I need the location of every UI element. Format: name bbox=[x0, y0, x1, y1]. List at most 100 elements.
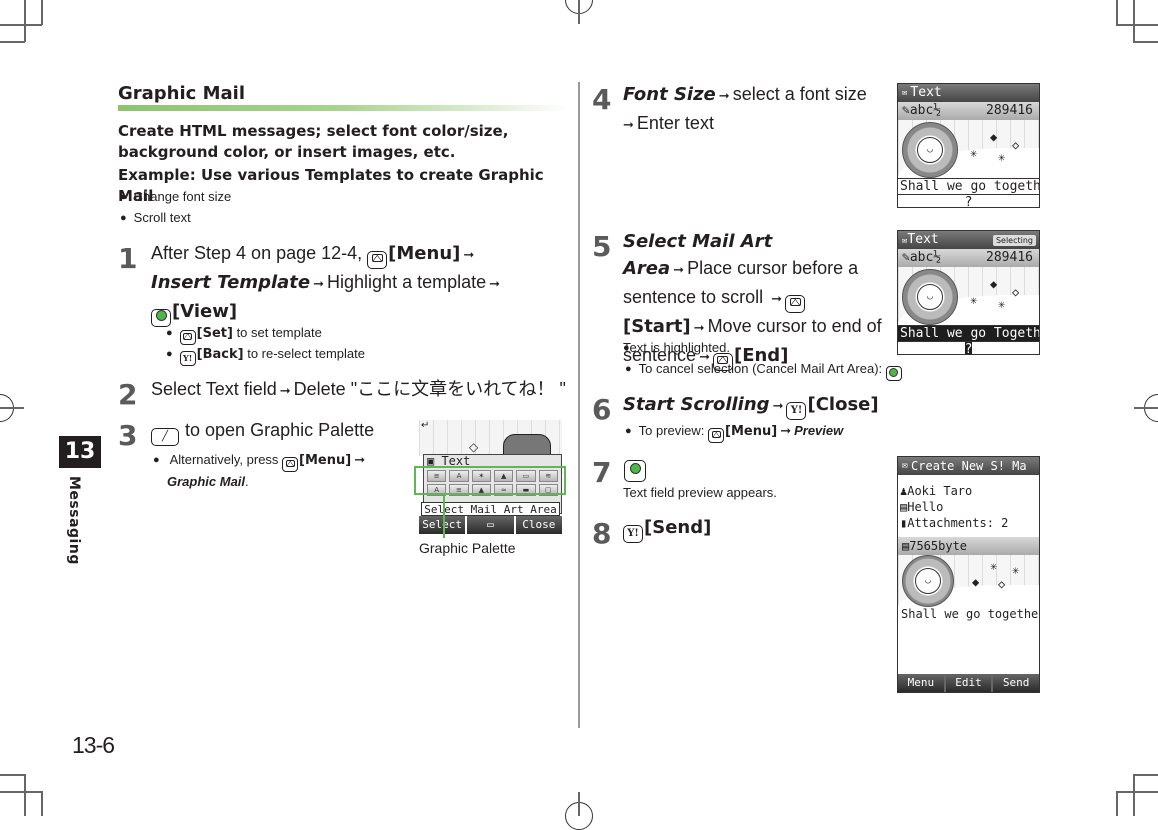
step-number: 8 bbox=[592, 517, 612, 550]
step-6-text: Start Scrolling ➞ Y! [Close] bbox=[623, 391, 893, 420]
softkey-send[interactable]: Send bbox=[993, 674, 1039, 692]
subject-field[interactable]: ▤Hello bbox=[900, 499, 1037, 515]
step-3-bullet: Alternatively, press [Menu]➞ Graphic Mai… bbox=[153, 450, 383, 492]
section-title: Graphic Mail bbox=[118, 83, 246, 104]
step-number: 3 bbox=[118, 419, 138, 452]
bullet-text: To cancel selection (Cancel Mail Art Are… bbox=[638, 361, 883, 376]
sparkle-decoration: ✳ bbox=[1012, 563, 1020, 577]
yahoo-key-icon: Y! bbox=[623, 525, 643, 543]
diamond-decoration: ◇ bbox=[1012, 138, 1020, 152]
sparkle-decoration: ✳ bbox=[990, 559, 998, 573]
arrow-icon: ➞ bbox=[780, 424, 792, 439]
screen-status-row: ✎abc½ 289416 bbox=[898, 102, 1039, 120]
palette-highlight-frame bbox=[414, 466, 566, 495]
step-text-part: Enter text bbox=[636, 113, 714, 133]
view-key-label: [View] bbox=[172, 301, 238, 322]
step-number: 7 bbox=[592, 456, 612, 489]
recipient-name: Aoki Taro bbox=[907, 484, 973, 498]
arrow-icon: ➞ bbox=[313, 277, 325, 292]
arrow-icon: ➞ bbox=[693, 321, 705, 336]
call-key-icon: ╱ bbox=[151, 428, 179, 446]
mail-key-icon bbox=[785, 295, 805, 313]
highlighted-text-line: Shall we go Together bbox=[898, 325, 1040, 341]
mail-key-icon bbox=[367, 251, 388, 269]
input-mode-text: abc½ bbox=[909, 250, 942, 265]
step-1-text: After Step 4 on page 12-4, [Menu] ➞ Inser… bbox=[151, 240, 551, 327]
highlighted-cursor: ? bbox=[964, 342, 973, 355]
sparkle-decoration: ✳ bbox=[970, 146, 978, 160]
sparkle-decoration: ✳ bbox=[970, 293, 978, 307]
attachments-field[interactable]: ▮Attachments: 2 bbox=[900, 515, 1037, 531]
arrow-icon: ➞ bbox=[771, 292, 782, 307]
diamond-decoration: ◆ bbox=[972, 575, 980, 589]
step-3-text: ╱ to open Graphic Palette bbox=[151, 417, 411, 446]
step-text-part: Highlight a template bbox=[327, 272, 487, 292]
chapter-number-tab: 13 bbox=[59, 436, 101, 468]
message-text-line: ? bbox=[898, 194, 1039, 207]
step-1-bullet: Y![Back] to re-select template bbox=[166, 346, 365, 366]
arrow-icon: ➞ bbox=[463, 248, 475, 263]
screen-title: Text bbox=[910, 85, 942, 100]
callout-leader-line bbox=[443, 494, 445, 538]
arrow-icon: ➞ bbox=[673, 263, 685, 278]
selecting-badge: Selecting bbox=[992, 234, 1036, 246]
flower-illustration: ◡ bbox=[902, 269, 958, 325]
center-key-icon bbox=[885, 366, 902, 381]
screen-status-row: ✎abc½ 289416 bbox=[898, 249, 1039, 267]
mail-key-icon bbox=[282, 457, 299, 472]
input-mode: ✎abc½ bbox=[902, 250, 942, 265]
diamond-decoration: ◇ bbox=[469, 440, 479, 454]
flower-face: ◡ bbox=[915, 568, 941, 594]
recipient-field[interactable]: ♟Aoki Taro bbox=[900, 483, 1037, 499]
byte-counter: 289416 bbox=[986, 250, 1033, 265]
flower-illustration: ◡ bbox=[902, 122, 958, 178]
example-bullet: Scroll text bbox=[120, 210, 191, 225]
softkey-bar: Menu Edit Send bbox=[898, 674, 1039, 692]
step-number: 5 bbox=[592, 230, 612, 263]
softkey-center[interactable]: ▭ bbox=[467, 516, 514, 534]
size-row: ▤7565byte bbox=[898, 537, 1039, 555]
selecting-screenshot: ✉Text Selecting ✎abc½ 289416 ◡ ✳ ✳ ◆ ◇ Sha… bbox=[897, 230, 1040, 355]
example-bullet: Change font size bbox=[120, 189, 232, 204]
step-text-part: After Step 4 on page 12-4, bbox=[151, 243, 363, 263]
html-mail-icon: ✉ bbox=[902, 88, 908, 98]
message-text-line: ? bbox=[898, 341, 1039, 355]
message-text-line: Shall we go together bbox=[898, 178, 1040, 194]
softkey-menu[interactable]: Menu bbox=[898, 674, 944, 692]
close-key-label: [Close] bbox=[807, 394, 879, 415]
page-number: 13-6 bbox=[72, 732, 115, 758]
softkey-edit[interactable]: Edit bbox=[945, 674, 992, 692]
palette-softkeys: Select ▭ Close bbox=[419, 516, 562, 534]
step-number: 4 bbox=[592, 83, 612, 116]
screen-title: Create New S! Ma bbox=[911, 459, 1027, 473]
select-mail-art-area-option[interactable]: Select Mail Art Area bbox=[421, 502, 560, 516]
back-key-label: [Back] bbox=[196, 347, 244, 362]
input-mode: ✎abc½ bbox=[902, 103, 942, 118]
softkey-close[interactable]: Close bbox=[515, 516, 562, 534]
step-number: 1 bbox=[118, 242, 138, 275]
yahoo-key-icon: Y! bbox=[179, 351, 196, 366]
step-7-note: Text field preview appears. bbox=[623, 485, 777, 500]
send-key-label: [Send] bbox=[644, 517, 712, 538]
step-2-text: Select Text field ➞ Delete "ここに文章をいれてね！ " bbox=[151, 376, 571, 405]
screen-title-bar: ✉ Create New S! Ma bbox=[898, 457, 1039, 475]
bullet-text: To preview: bbox=[638, 423, 705, 438]
arrow-icon: ➞ bbox=[279, 384, 291, 399]
arrow-icon: ➞ bbox=[489, 277, 501, 292]
step-text-part: Select Text field bbox=[151, 379, 277, 399]
mail-art: ◡ ✳ ✳ ◆ ◇ bbox=[898, 267, 1039, 325]
step-text-part: select a font size bbox=[732, 84, 867, 104]
menu-item-graphic-mail: Graphic Mail bbox=[167, 474, 246, 489]
subject-text: Hello bbox=[907, 500, 944, 514]
mail-art: ◡ ✳ ✳ ◆ ◇ bbox=[898, 555, 1039, 607]
yahoo-key-icon: Y! bbox=[786, 402, 807, 420]
menu-key-label: [Menu] bbox=[388, 243, 461, 264]
screen-title: Text bbox=[907, 231, 939, 247]
menu-key-label: [Menu] bbox=[299, 453, 352, 468]
diamond-decoration: ◆ bbox=[990, 130, 998, 144]
menu-item-font-size: Font Size bbox=[623, 84, 716, 105]
menu-key-label: [Menu] bbox=[725, 424, 778, 439]
arrow-icon: ➞ bbox=[718, 89, 730, 104]
section-intro: Create HTML messages; select font color/… bbox=[118, 122, 509, 161]
set-key-label: [Set] bbox=[196, 326, 233, 341]
